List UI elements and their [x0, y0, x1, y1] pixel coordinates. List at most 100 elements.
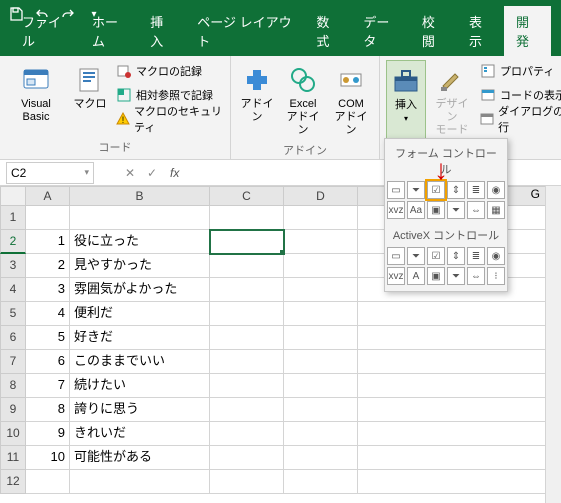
cell[interactable] — [358, 326, 561, 350]
cell[interactable] — [358, 302, 561, 326]
cell[interactable] — [26, 470, 70, 494]
row-header[interactable]: 10 — [0, 422, 26, 446]
control-combo2[interactable]: ⏷ — [447, 267, 465, 285]
cell[interactable]: 便利だ — [70, 302, 210, 326]
row-header[interactable]: 6 — [0, 326, 26, 350]
row-header[interactable]: 9 — [0, 398, 26, 422]
tab-insert[interactable]: 挿入 — [138, 6, 185, 56]
tab-view[interactable]: 表示 — [457, 6, 504, 56]
tab-home[interactable]: ホーム — [80, 6, 138, 56]
com-addins-button[interactable]: COM アドイン — [329, 60, 373, 142]
control-button[interactable]: ▭ — [387, 247, 405, 265]
cell[interactable] — [210, 230, 284, 254]
cell[interactable] — [70, 206, 210, 230]
cell[interactable]: 雰囲気がよかった — [70, 278, 210, 302]
control-button[interactable]: ▭ — [387, 181, 405, 199]
cell[interactable]: 5 — [26, 326, 70, 350]
row-header[interactable]: 12 — [0, 470, 26, 494]
cell[interactable] — [210, 302, 284, 326]
cell[interactable] — [26, 206, 70, 230]
cell[interactable]: 見やすかった — [70, 254, 210, 278]
control-list[interactable]: ≣ — [467, 247, 485, 265]
cell[interactable] — [284, 230, 358, 254]
cell[interactable] — [284, 446, 358, 470]
control-A[interactable]: A — [407, 267, 425, 285]
cell[interactable] — [284, 278, 358, 302]
row-header[interactable]: 11 — [0, 446, 26, 470]
fx-icon[interactable]: fx — [170, 166, 179, 180]
macro-security-button[interactable]: !マクロのセキュリティ — [114, 108, 224, 130]
cell[interactable]: 6 — [26, 350, 70, 374]
cell[interactable]: 誇りに思う — [70, 398, 210, 422]
cell[interactable] — [210, 206, 284, 230]
control-spin[interactable]: ⇕ — [447, 247, 465, 265]
control-more[interactable]: ⁝ — [487, 267, 505, 285]
tab-developer[interactable]: 開発 — [504, 6, 551, 56]
properties-button[interactable]: プロパティ — [478, 60, 561, 82]
control-radio[interactable]: ◉ — [487, 247, 505, 265]
cell[interactable]: 7 — [26, 374, 70, 398]
cell[interactable]: 8 — [26, 398, 70, 422]
vertical-scrollbar[interactable] — [545, 186, 561, 503]
cell[interactable] — [210, 374, 284, 398]
cell[interactable] — [358, 470, 561, 494]
col-header-a[interactable]: A — [26, 186, 70, 206]
control-frame[interactable]: ▣ — [427, 267, 445, 285]
cell[interactable]: きれいだ — [70, 422, 210, 446]
cancel-formula-icon[interactable]: ✕ — [122, 166, 138, 180]
addins-button[interactable]: アドイン — [237, 60, 277, 142]
cell[interactable] — [284, 422, 358, 446]
cell[interactable] — [210, 350, 284, 374]
cell[interactable]: 1 — [26, 230, 70, 254]
row-header[interactable]: 7 — [0, 350, 26, 374]
cell[interactable] — [358, 446, 561, 470]
cell[interactable] — [284, 398, 358, 422]
select-all-corner[interactable] — [0, 186, 26, 206]
cell[interactable] — [358, 422, 561, 446]
insert-control-button[interactable]: 挿入▾ — [386, 60, 426, 143]
cell[interactable] — [210, 398, 284, 422]
cell[interactable]: 9 — [26, 422, 70, 446]
control-Aa[interactable]: Aa — [407, 201, 425, 219]
cell[interactable]: 10 — [26, 446, 70, 470]
tab-data[interactable]: データ — [351, 6, 410, 56]
control-list[interactable]: ≣ — [467, 181, 485, 199]
cell[interactable] — [284, 350, 358, 374]
cell[interactable]: 4 — [26, 302, 70, 326]
control-label[interactable]: xvz — [387, 201, 405, 219]
control-combo2[interactable]: ⏷ — [447, 201, 465, 219]
control-scroll[interactable]: ⇔ — [467, 267, 485, 285]
cell[interactable] — [210, 470, 284, 494]
row-header[interactable]: 8 — [0, 374, 26, 398]
cell[interactable]: 続けたい — [70, 374, 210, 398]
cell[interactable]: 役に立った — [70, 230, 210, 254]
control-radio[interactable]: ◉ — [487, 181, 505, 199]
control-scroll[interactable]: ⇔ — [467, 201, 485, 219]
tab-pagelayout[interactable]: ページ レイアウト — [185, 6, 304, 56]
row-header[interactable]: 1 — [0, 206, 26, 230]
visual-basic-button[interactable]: Visual Basic — [6, 60, 66, 139]
cell[interactable] — [210, 422, 284, 446]
cell[interactable] — [358, 350, 561, 374]
tab-file[interactable]: ファイル — [10, 6, 80, 56]
cell[interactable]: 好きだ — [70, 326, 210, 350]
name-box[interactable]: C2▾ — [6, 162, 94, 184]
cell[interactable] — [284, 302, 358, 326]
cell[interactable] — [284, 374, 358, 398]
accept-formula-icon[interactable]: ✓ — [144, 166, 160, 180]
cell[interactable] — [210, 278, 284, 302]
cell[interactable] — [210, 446, 284, 470]
run-dialog-button[interactable]: ダイアログの実行 — [478, 108, 561, 130]
col-header-b[interactable]: B — [70, 186, 210, 206]
col-header-d[interactable]: D — [284, 186, 358, 206]
cell[interactable] — [284, 206, 358, 230]
control-combo[interactable]: ⏷ — [407, 247, 425, 265]
design-mode-button[interactable]: デザイン モード — [430, 60, 474, 143]
row-header[interactable]: 3 — [0, 254, 26, 278]
control-frame[interactable]: ▣ — [427, 201, 445, 219]
cell[interactable] — [210, 326, 284, 350]
tab-formulas[interactable]: 数式 — [304, 6, 351, 56]
cell[interactable]: 可能性がある — [70, 446, 210, 470]
cell[interactable]: 2 — [26, 254, 70, 278]
macros-button[interactable]: マクロ — [70, 60, 110, 139]
